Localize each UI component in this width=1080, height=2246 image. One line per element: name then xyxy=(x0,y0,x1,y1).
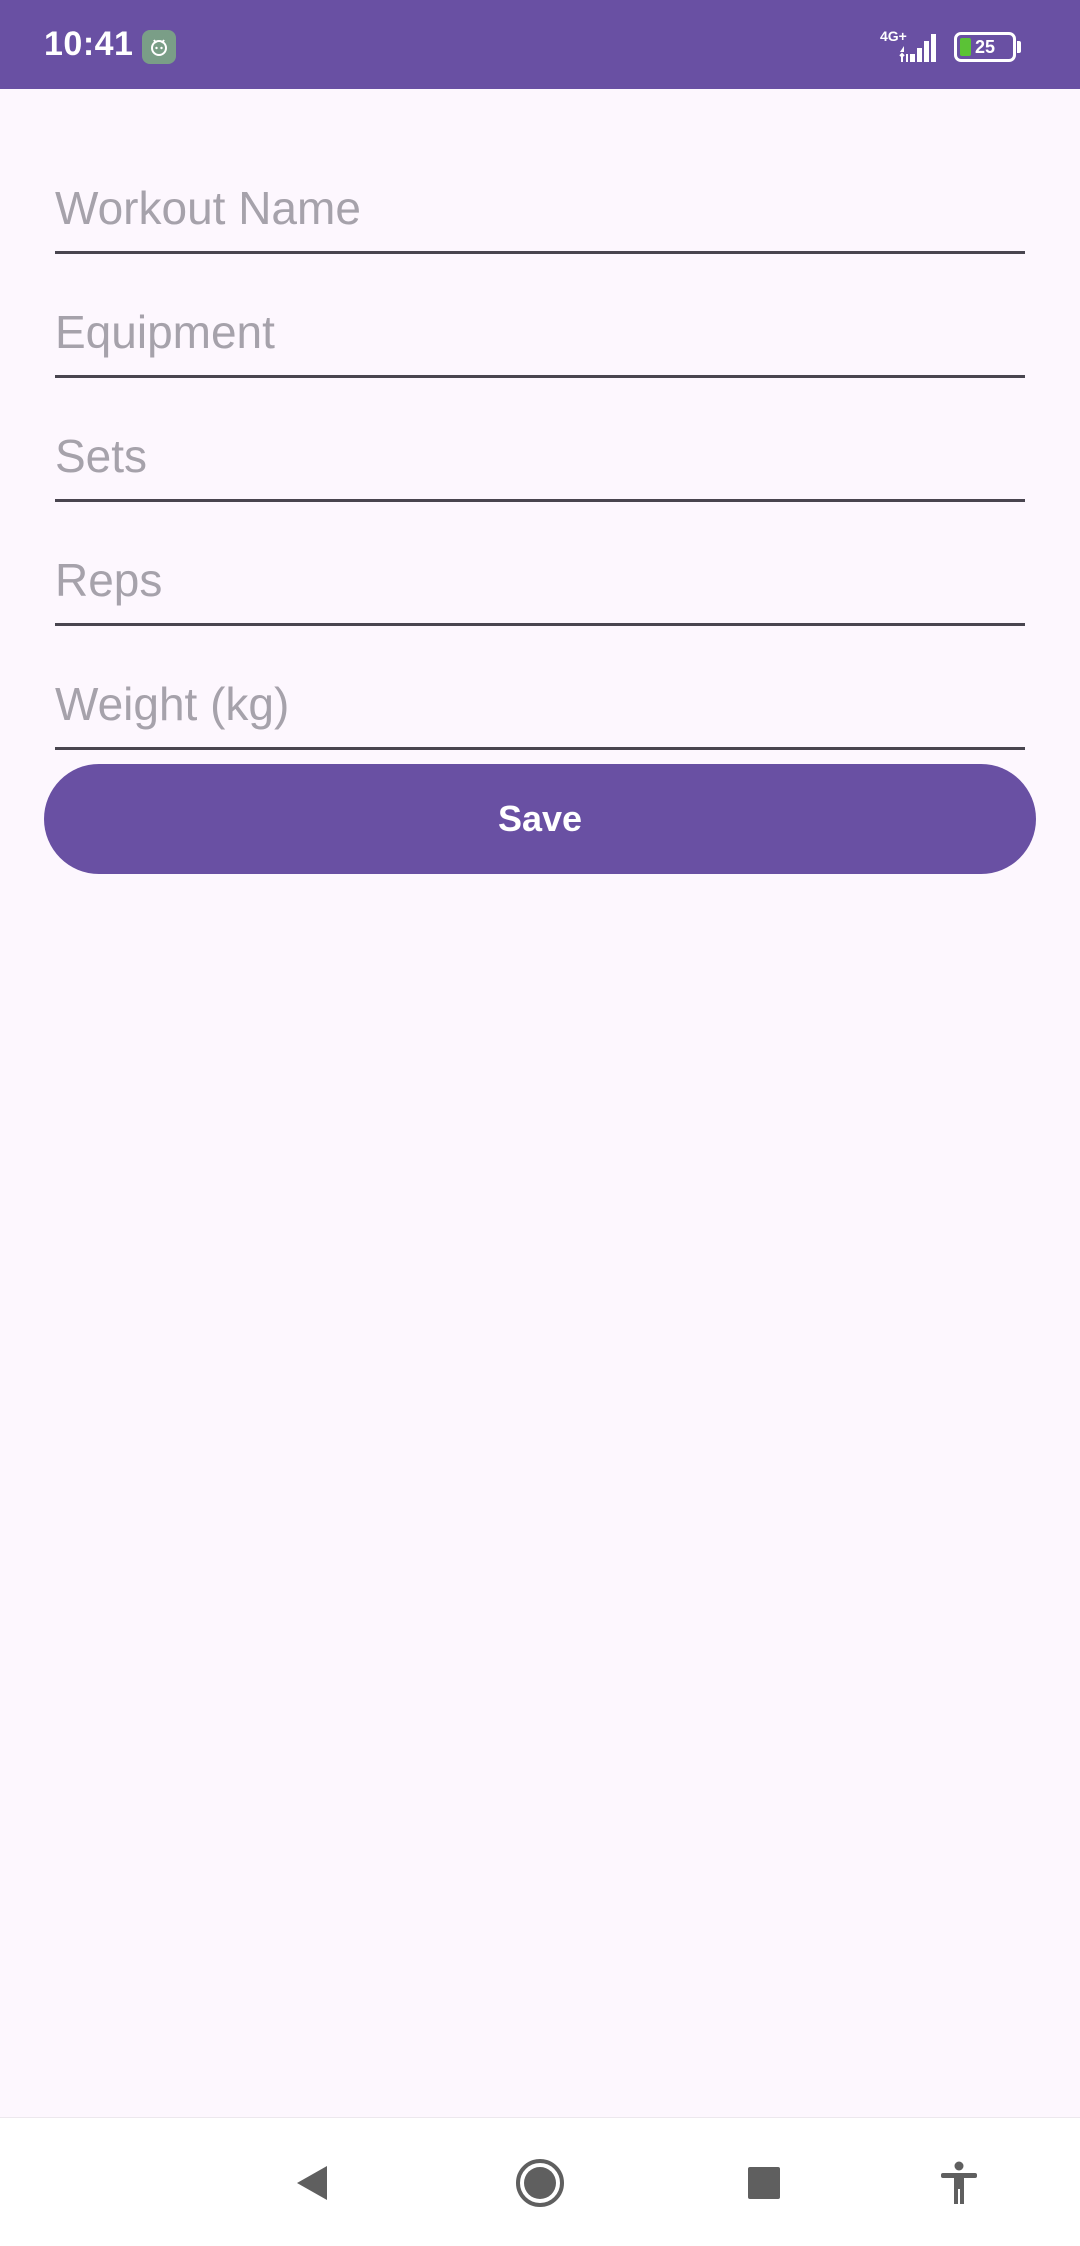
weight-input[interactable] xyxy=(55,661,1025,747)
sets-underline xyxy=(55,499,1025,502)
back-button[interactable] xyxy=(277,2148,347,2218)
status-time: 10:41 xyxy=(44,25,134,63)
reps-field xyxy=(55,537,1025,626)
sets-field xyxy=(55,413,1025,502)
equipment-input[interactable] xyxy=(55,289,1025,375)
equipment-field xyxy=(55,289,1025,378)
accessibility-button[interactable] xyxy=(924,2148,994,2218)
workout-name-field xyxy=(55,165,1025,254)
recents-icon xyxy=(748,2167,780,2199)
battery-tip xyxy=(1017,41,1021,53)
navigation-bar xyxy=(0,2117,1080,2246)
accessibility-icon xyxy=(941,2161,977,2204)
home-icon xyxy=(516,2159,564,2207)
workout-name-underline xyxy=(55,251,1025,254)
back-icon xyxy=(297,2166,327,2200)
equipment-underline xyxy=(55,375,1025,378)
cellular-signal-icon xyxy=(899,34,936,62)
battery-level: 25 xyxy=(974,37,996,57)
save-button[interactable]: Save xyxy=(44,764,1036,874)
recents-button[interactable] xyxy=(729,2148,799,2218)
weight-underline xyxy=(55,747,1025,750)
workout-name-input[interactable] xyxy=(55,165,1025,251)
android-app-icon xyxy=(142,30,176,64)
reps-underline xyxy=(55,623,1025,626)
sets-input[interactable] xyxy=(55,413,1025,499)
status-bar: 10:41 4G+ 25 xyxy=(0,0,1080,89)
battery-icon: 25 xyxy=(954,32,1016,62)
home-button[interactable] xyxy=(505,2148,575,2218)
weight-field xyxy=(55,661,1025,750)
reps-input[interactable] xyxy=(55,537,1025,623)
